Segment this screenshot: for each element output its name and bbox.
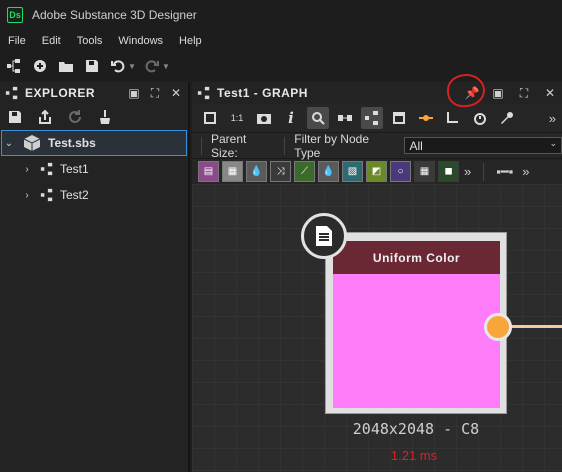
undo-dropdown-icon[interactable]: ▼ bbox=[128, 62, 136, 71]
publish-icon[interactable] bbox=[35, 107, 55, 127]
output-node-icon[interactable]: ◼ bbox=[438, 161, 459, 182]
more-tools-icon[interactable]: » bbox=[549, 111, 562, 126]
close-icon[interactable]: ✕ bbox=[544, 86, 556, 100]
redo-icon[interactable] bbox=[142, 56, 162, 76]
node-type-badge-icon bbox=[301, 213, 347, 259]
menu-bar: File Edit Tools Windows Help bbox=[0, 31, 562, 51]
svg-node-icon[interactable]: ▦ bbox=[222, 161, 243, 182]
explorer-graph-icon bbox=[5, 86, 18, 100]
node-type-filter-label: Filter by Node Type bbox=[294, 131, 369, 160]
frame-icon[interactable] bbox=[388, 107, 410, 129]
graph-icon bbox=[40, 162, 53, 176]
dot-connector-icon[interactable] bbox=[415, 107, 437, 129]
circle-node-icon[interactable]: ○ bbox=[390, 161, 411, 182]
package-cube-icon bbox=[23, 135, 41, 151]
maximize-icon[interactable]: ⛶ bbox=[149, 86, 161, 100]
parent-size-label[interactable]: Parent Size: bbox=[205, 132, 281, 160]
app-title: Adobe Substance 3D Designer bbox=[32, 8, 197, 22]
node-compute-time: 1.21 ms bbox=[390, 448, 438, 463]
explorer-panel: EXPLORER ▣ ⛶ ✕ ⌄ Test.sbs › Test1 › Test… bbox=[0, 82, 190, 472]
node-resolution: 2048x2048 - C8 bbox=[352, 420, 480, 438]
chevron-down-icon[interactable]: ⌄ bbox=[549, 138, 557, 149]
graph-layout-icon[interactable] bbox=[361, 107, 383, 129]
separator bbox=[483, 162, 485, 181]
zoom-1-1-icon[interactable]: 1:1 bbox=[226, 107, 248, 129]
timer-icon[interactable] bbox=[469, 107, 491, 129]
title-bar: Ds Adobe Substance 3D Designer bbox=[0, 0, 562, 30]
maximize-icon[interactable]: ⛶ bbox=[518, 86, 530, 100]
frame-all-icon[interactable] bbox=[199, 107, 221, 129]
tree-item-test1[interactable]: › Test1 bbox=[0, 156, 188, 182]
dock-icon[interactable]: ▣ bbox=[492, 86, 504, 100]
undo-icon[interactable] bbox=[108, 56, 128, 76]
new-graph-icon[interactable] bbox=[4, 56, 24, 76]
gradient-node-icon[interactable]: ◩ bbox=[366, 161, 387, 182]
redo-dropdown-icon[interactable]: ▼ bbox=[162, 62, 170, 71]
more-nodes-icon[interactable]: » bbox=[464, 164, 477, 179]
node-thumbnail bbox=[333, 274, 500, 408]
graph-panel: Test1 - GRAPH 📌 ▣ ⛶ ✕ 1:1 i » Parent Siz… bbox=[192, 72, 562, 472]
node-library-bar: ▤ ▦ 💧 ⤨ ⟋ 💧 ▧ ◩ ○ ▦ ◼ » ▪━▪ » bbox=[192, 158, 562, 184]
bitmap-node-icon[interactable]: ▤ bbox=[198, 161, 219, 182]
output-port[interactable] bbox=[484, 313, 512, 341]
menu-file[interactable]: File bbox=[0, 35, 34, 47]
graph-header: Test1 - GRAPH 📌 ▣ ⛶ ✕ bbox=[192, 72, 562, 109]
warp-node-icon[interactable]: ▧ bbox=[342, 161, 363, 182]
more-connectors-icon[interactable]: » bbox=[522, 164, 535, 179]
clean-brush-icon[interactable] bbox=[95, 107, 115, 127]
reload-icon[interactable] bbox=[65, 107, 85, 127]
graph-canvas[interactable]: Uniform Color 2048x2048 - C8 1.21 ms bbox=[192, 184, 562, 472]
menu-windows[interactable]: Windows bbox=[110, 35, 171, 47]
separator bbox=[284, 136, 286, 155]
node-title: Uniform Color bbox=[333, 241, 500, 274]
document-icon bbox=[316, 226, 332, 246]
save-icon[interactable] bbox=[82, 56, 102, 76]
app-logo: Ds bbox=[7, 7, 23, 23]
uniform-color-node[interactable]: Uniform Color bbox=[325, 232, 507, 414]
chevron-right-icon[interactable]: › bbox=[20, 164, 34, 175]
menu-tools[interactable]: Tools bbox=[69, 35, 111, 47]
tree-item-test-sbs[interactable]: ⌄ Test.sbs bbox=[1, 130, 187, 156]
save-icon[interactable] bbox=[5, 107, 25, 127]
separator bbox=[201, 136, 202, 155]
filter-bar: Parent Size: Filter by Node Type All ⌄ bbox=[192, 131, 562, 160]
new-package-icon[interactable] bbox=[30, 56, 50, 76]
close-icon[interactable]: ✕ bbox=[170, 86, 182, 100]
drop-node-icon[interactable]: 💧 bbox=[318, 161, 339, 182]
explorer-title: EXPLORER bbox=[25, 86, 96, 100]
menu-help[interactable]: Help bbox=[171, 35, 210, 47]
chevron-right-icon[interactable]: › bbox=[20, 190, 34, 201]
graph-icon bbox=[40, 188, 53, 202]
curve-node-icon[interactable]: ⟋ bbox=[294, 161, 315, 182]
search-icon[interactable] bbox=[307, 107, 329, 129]
explorer-toolbar bbox=[0, 104, 188, 130]
explorer-header: EXPLORER ▣ ⛶ ✕ bbox=[0, 82, 188, 104]
tree-item-label: Test2 bbox=[60, 188, 89, 202]
open-folder-icon[interactable] bbox=[56, 56, 76, 76]
node-type-filter-select[interactable]: All ⌄ bbox=[404, 137, 562, 154]
node-link-icon[interactable] bbox=[334, 107, 356, 129]
shuffle-node-icon[interactable]: ⤨ bbox=[270, 161, 291, 182]
graph-toolbar: 1:1 i » bbox=[192, 104, 562, 132]
tree-item-label: Test1 bbox=[60, 162, 89, 176]
expand-arrow-icon[interactable]: ⌄ bbox=[2, 138, 16, 149]
levels-node-icon[interactable]: 💧 bbox=[246, 161, 267, 182]
connector-tool-icon[interactable]: ▪━▪ bbox=[496, 164, 519, 180]
output-connection bbox=[510, 325, 562, 328]
tree-item-test2[interactable]: › Test2 bbox=[0, 182, 188, 208]
graph-icon bbox=[197, 86, 210, 100]
node-type-filter-value: All bbox=[409, 138, 423, 153]
dock-icon[interactable]: ▣ bbox=[128, 86, 140, 100]
info-icon[interactable]: i bbox=[280, 107, 302, 129]
tree-item-label: Test.sbs bbox=[48, 136, 96, 150]
link-style-icon[interactable] bbox=[442, 107, 464, 129]
grid-node-icon[interactable]: ▦ bbox=[414, 161, 435, 182]
camera-icon[interactable] bbox=[253, 107, 275, 129]
graph-title: Test1 - GRAPH bbox=[217, 86, 308, 100]
wrench-icon[interactable] bbox=[496, 107, 518, 129]
menu-edit[interactable]: Edit bbox=[34, 35, 69, 47]
